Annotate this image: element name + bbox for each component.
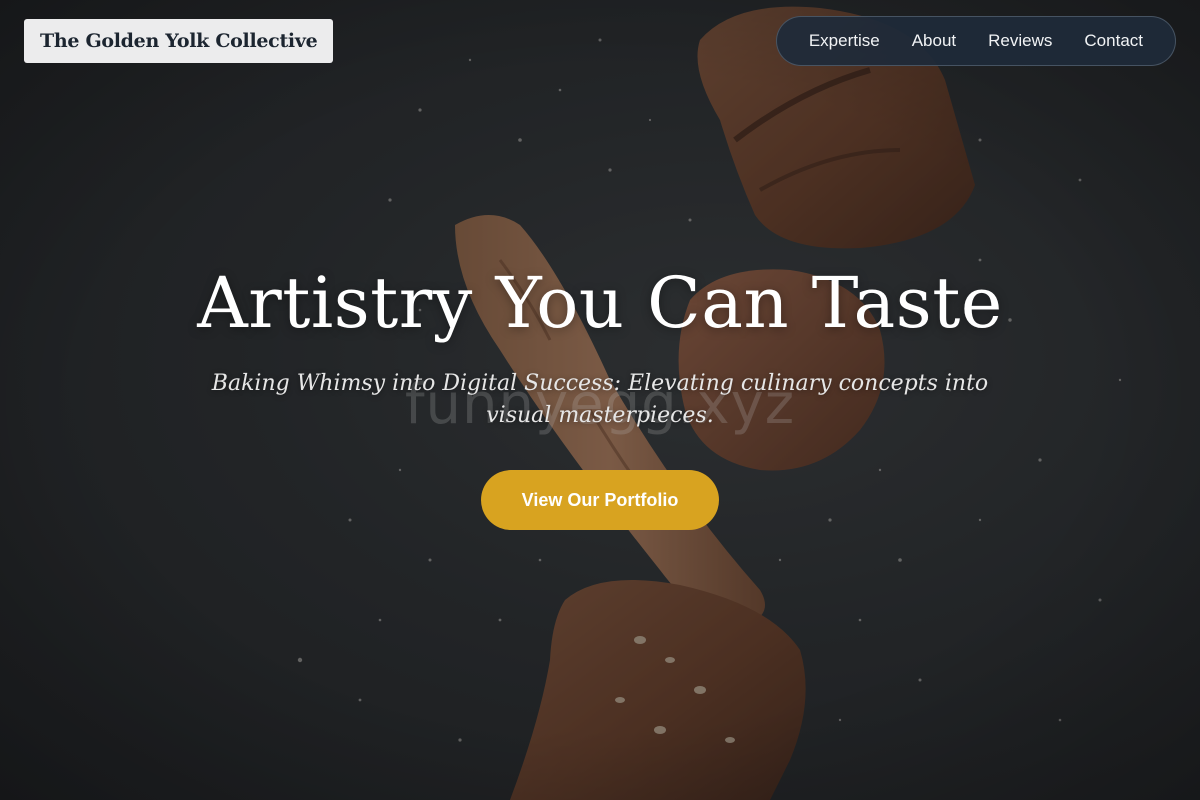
- brand-logo[interactable]: The Golden Yolk Collective: [24, 19, 334, 63]
- nav-item-expertise[interactable]: Expertise: [793, 25, 896, 57]
- hero-section: The Golden Yolk Collective Expertise Abo…: [0, 0, 1200, 800]
- hero-headline: Artistry You Can Taste: [197, 262, 1003, 344]
- nav-item-contact[interactable]: Contact: [1068, 25, 1159, 57]
- hero-subheadline: Baking Whimsy into Digital Success: Elev…: [211, 371, 989, 428]
- main-nav: Expertise About Reviews Contact: [775, 16, 1176, 66]
- nav-item-reviews[interactable]: Reviews: [972, 25, 1068, 57]
- nav-item-about[interactable]: About: [896, 25, 972, 57]
- view-portfolio-button[interactable]: View Our Portfolio: [481, 470, 719, 530]
